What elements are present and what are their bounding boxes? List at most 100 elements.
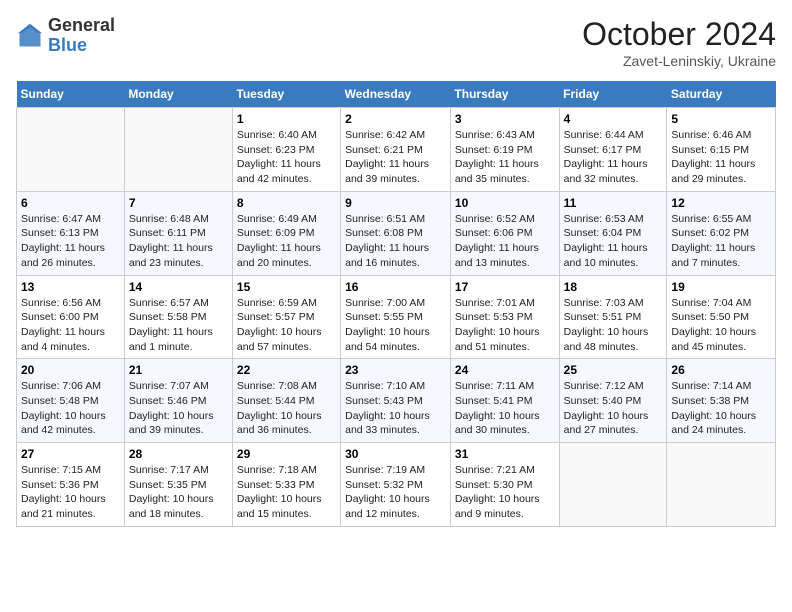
calendar-cell: 28Sunrise: 7:17 AM Sunset: 5:35 PM Dayli…: [124, 443, 232, 527]
day-number: 16: [345, 280, 446, 294]
calendar-cell: 11 Sunrise: 6:53 AM Sunset: 6:04 PM Dayli…: [559, 191, 667, 275]
calendar-cell: 5 Sunrise: 6:46 AM Sunset: 6:15 PM Daylig…: [667, 108, 776, 192]
calendar-cell: [124, 108, 232, 192]
calendar-cell: 4 Sunrise: 6:44 AM Sunset: 6:17 PM Daylig…: [559, 108, 667, 192]
day-info: Sunrise: 6:48 AM Sunset: 6:11 PM Dayligh…: [129, 212, 228, 271]
day-number: 25: [564, 363, 663, 377]
day-number: 1: [237, 112, 336, 126]
day-number: 31: [455, 447, 555, 461]
calendar-cell: 9 Sunrise: 6:51 AM Sunset: 6:08 PM Daylig…: [341, 191, 451, 275]
logo-general: General: [48, 15, 115, 35]
day-number: 13: [21, 280, 120, 294]
day-number: 5: [671, 112, 771, 126]
day-info: Sunrise: 6:44 AM Sunset: 6:17 PM Dayligh…: [564, 128, 663, 187]
day-info: Sunrise: 6:57 AM Sunset: 5:58 PM Dayligh…: [129, 296, 228, 355]
day-info: Sunrise: 6:47 AM Sunset: 6:13 PM Dayligh…: [21, 212, 120, 271]
month-title: October 2024: [582, 16, 776, 53]
logo-blue: Blue: [48, 35, 87, 55]
day-number: 15: [237, 280, 336, 294]
day-info: Sunrise: 7:15 AM Sunset: 5:36 PM Dayligh…: [21, 463, 120, 522]
day-info: Sunrise: 7:06 AM Sunset: 5:48 PM Dayligh…: [21, 379, 120, 438]
calendar-cell: 12 Sunrise: 6:55 AM Sunset: 6:02 PM Dayli…: [667, 191, 776, 275]
calendar-cell: 1 Sunrise: 6:40 AM Sunset: 6:23 PM Daylig…: [232, 108, 340, 192]
logo: General Blue: [16, 16, 115, 56]
day-info: Sunrise: 7:19 AM Sunset: 5:32 PM Dayligh…: [345, 463, 446, 522]
calendar-cell: 17Sunrise: 7:01 AM Sunset: 5:53 PM Dayli…: [450, 275, 559, 359]
calendar-cell: 31 Sunrise: 7:21 AM Sunset: 5:30 PM Dayli…: [450, 443, 559, 527]
calendar-cell: 18 Sunrise: 7:03 AM Sunset: 5:51 PM Dayli…: [559, 275, 667, 359]
day-number: 18: [564, 280, 663, 294]
day-info: Sunrise: 6:56 AM Sunset: 6:00 PM Dayligh…: [21, 296, 120, 355]
day-number: 9: [345, 196, 446, 210]
calendar-cell: 27Sunrise: 7:15 AM Sunset: 5:36 PM Dayli…: [17, 443, 125, 527]
day-info: Sunrise: 6:59 AM Sunset: 5:57 PM Dayligh…: [237, 296, 336, 355]
calendar-cell: 25 Sunrise: 7:12 AM Sunset: 5:40 PM Dayli…: [559, 359, 667, 443]
day-info: Sunrise: 7:03 AM Sunset: 5:51 PM Dayligh…: [564, 296, 663, 355]
day-number: 4: [564, 112, 663, 126]
day-info: Sunrise: 7:12 AM Sunset: 5:40 PM Dayligh…: [564, 379, 663, 438]
calendar-cell: [559, 443, 667, 527]
calendar-cell: 22 Sunrise: 7:08 AM Sunset: 5:44 PM Dayli…: [232, 359, 340, 443]
day-number: 20: [21, 363, 120, 377]
calendar-cell: 21Sunrise: 7:07 AM Sunset: 5:46 PM Dayli…: [124, 359, 232, 443]
calendar-cell: 24Sunrise: 7:11 AM Sunset: 5:41 PM Dayli…: [450, 359, 559, 443]
day-number: 21: [129, 363, 228, 377]
day-number: 22: [237, 363, 336, 377]
day-number: 23: [345, 363, 446, 377]
day-number: 7: [129, 196, 228, 210]
day-number: 19: [671, 280, 771, 294]
calendar-cell: 19 Sunrise: 7:04 AM Sunset: 5:50 PM Dayli…: [667, 275, 776, 359]
day-info: Sunrise: 6:43 AM Sunset: 6:19 PM Dayligh…: [455, 128, 555, 187]
day-info: Sunrise: 6:51 AM Sunset: 6:08 PM Dayligh…: [345, 212, 446, 271]
day-number: 3: [455, 112, 555, 126]
page-header: General Blue October 2024 Zavet-Leninski…: [16, 16, 776, 69]
calendar-cell: 2Sunrise: 6:42 AM Sunset: 6:21 PM Daylig…: [341, 108, 451, 192]
day-info: Sunrise: 7:08 AM Sunset: 5:44 PM Dayligh…: [237, 379, 336, 438]
calendar-cell: 8 Sunrise: 6:49 AM Sunset: 6:09 PM Daylig…: [232, 191, 340, 275]
day-number: 10: [455, 196, 555, 210]
calendar-cell: 13 Sunrise: 6:56 AM Sunset: 6:00 PM Dayli…: [17, 275, 125, 359]
calendar-cell: 20 Sunrise: 7:06 AM Sunset: 5:48 PM Dayli…: [17, 359, 125, 443]
day-number: 11: [564, 196, 663, 210]
location: Zavet-Leninskiy, Ukraine: [582, 53, 776, 69]
day-number: 8: [237, 196, 336, 210]
calendar-cell: 29Sunrise: 7:18 AM Sunset: 5:33 PM Dayli…: [232, 443, 340, 527]
calendar-table: SundayMondayTuesdayWednesdayThursdayFrid…: [16, 81, 776, 527]
day-info: Sunrise: 7:10 AM Sunset: 5:43 PM Dayligh…: [345, 379, 446, 438]
day-info: Sunrise: 6:52 AM Sunset: 6:06 PM Dayligh…: [455, 212, 555, 271]
day-info: Sunrise: 6:49 AM Sunset: 6:09 PM Dayligh…: [237, 212, 336, 271]
day-info: Sunrise: 6:40 AM Sunset: 6:23 PM Dayligh…: [237, 128, 336, 187]
calendar-cell: 16 Sunrise: 7:00 AM Sunset: 5:55 PM Dayli…: [341, 275, 451, 359]
day-number: 28: [129, 447, 228, 461]
day-info: Sunrise: 6:42 AM Sunset: 6:21 PM Dayligh…: [345, 128, 446, 187]
day-number: 26: [671, 363, 771, 377]
calendar-cell: 14Sunrise: 6:57 AM Sunset: 5:58 PM Dayli…: [124, 275, 232, 359]
day-info: Sunrise: 6:55 AM Sunset: 6:02 PM Dayligh…: [671, 212, 771, 271]
calendar-cell: 23 Sunrise: 7:10 AM Sunset: 5:43 PM Dayli…: [341, 359, 451, 443]
calendar-cell: [17, 108, 125, 192]
weekday-header-thursday: Thursday: [450, 81, 559, 108]
logo-text: General Blue: [48, 16, 115, 56]
day-number: 24: [455, 363, 555, 377]
day-number: 17: [455, 280, 555, 294]
day-info: Sunrise: 7:04 AM Sunset: 5:50 PM Dayligh…: [671, 296, 771, 355]
calendar-cell: [667, 443, 776, 527]
day-info: Sunrise: 7:14 AM Sunset: 5:38 PM Dayligh…: [671, 379, 771, 438]
day-number: 12: [671, 196, 771, 210]
calendar-cell: 26 Sunrise: 7:14 AM Sunset: 5:38 PM Dayli…: [667, 359, 776, 443]
weekday-header-saturday: Saturday: [667, 81, 776, 108]
day-info: Sunrise: 7:21 AM Sunset: 5:30 PM Dayligh…: [455, 463, 555, 522]
weekday-header-wednesday: Wednesday: [341, 81, 451, 108]
weekday-header-monday: Monday: [124, 81, 232, 108]
day-number: 30: [345, 447, 446, 461]
calendar-cell: 6Sunrise: 6:47 AM Sunset: 6:13 PM Daylig…: [17, 191, 125, 275]
logo-icon: [16, 22, 44, 50]
day-info: Sunrise: 6:53 AM Sunset: 6:04 PM Dayligh…: [564, 212, 663, 271]
calendar-cell: 10 Sunrise: 6:52 AM Sunset: 6:06 PM Dayli…: [450, 191, 559, 275]
calendar-cell: 30 Sunrise: 7:19 AM Sunset: 5:32 PM Dayli…: [341, 443, 451, 527]
calendar-cell: 3 Sunrise: 6:43 AM Sunset: 6:19 PM Daylig…: [450, 108, 559, 192]
day-info: Sunrise: 7:00 AM Sunset: 5:55 PM Dayligh…: [345, 296, 446, 355]
day-info: Sunrise: 6:46 AM Sunset: 6:15 PM Dayligh…: [671, 128, 771, 187]
calendar-cell: 7 Sunrise: 6:48 AM Sunset: 6:11 PM Daylig…: [124, 191, 232, 275]
weekday-header-friday: Friday: [559, 81, 667, 108]
